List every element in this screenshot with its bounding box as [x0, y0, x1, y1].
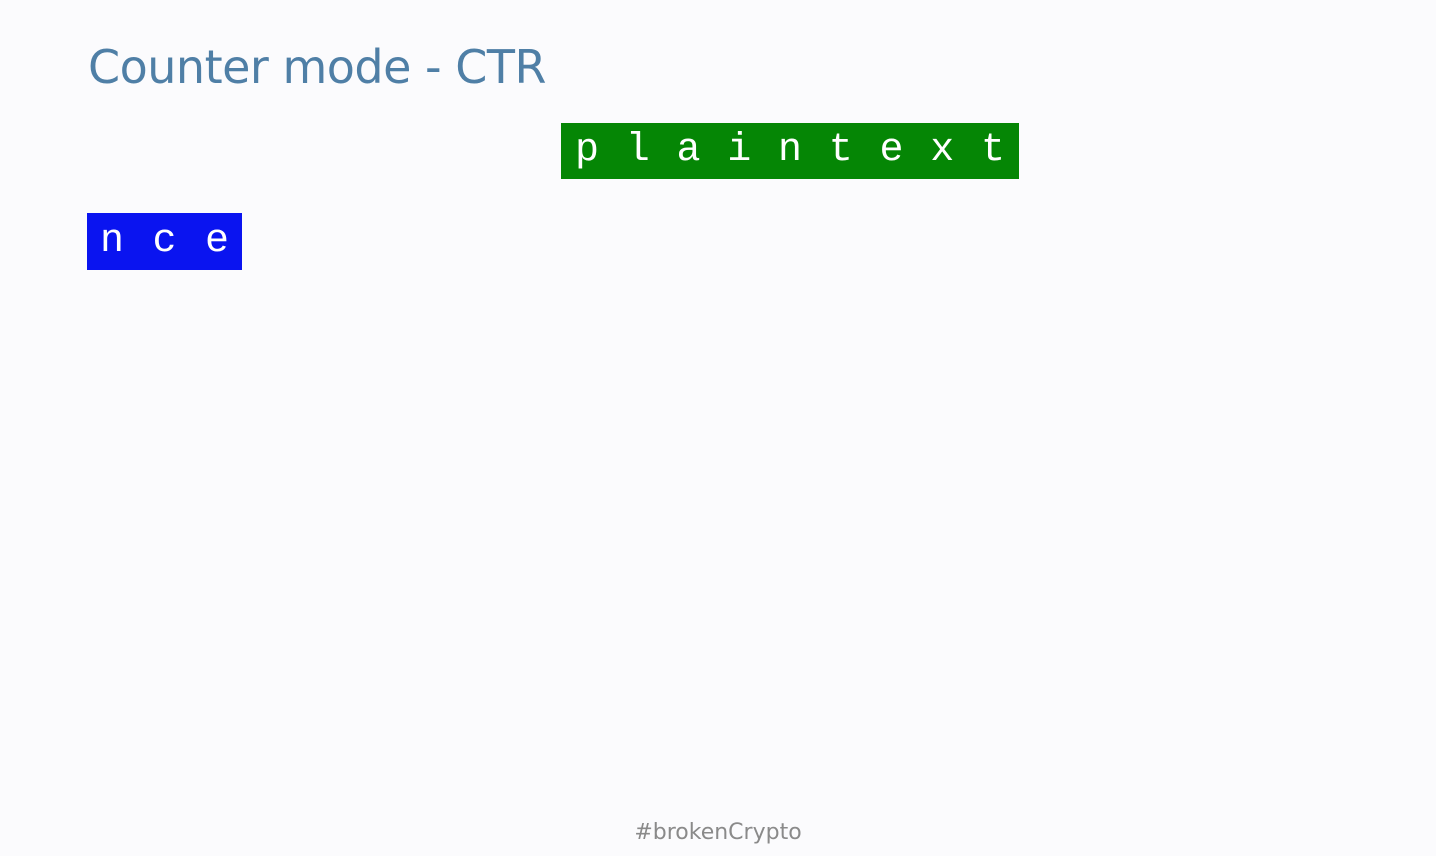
slide: Counter mode - CTR p l a i n t e x t n c… [0, 0, 1436, 856]
plaintext-char: i [727, 128, 752, 173]
nonce-char: e [204, 218, 229, 264]
plaintext-block: p l a i n t e x t [561, 123, 1019, 179]
plaintext-char: t [980, 128, 1005, 173]
slide-title: Counter mode - CTR [88, 40, 546, 94]
plaintext-char: t [828, 128, 853, 173]
plaintext-char: a [676, 128, 701, 173]
plaintext-char: n [777, 128, 802, 173]
nonce-char: n [99, 218, 124, 264]
footer-hashtag: #brokenCrypto [634, 820, 802, 845]
nonce-block: n c e [87, 213, 242, 270]
plaintext-char: x [930, 128, 955, 173]
plaintext-char: e [879, 128, 904, 173]
nonce-char: c [152, 218, 177, 264]
plaintext-char: p [574, 128, 599, 173]
plaintext-char: l [625, 128, 650, 173]
